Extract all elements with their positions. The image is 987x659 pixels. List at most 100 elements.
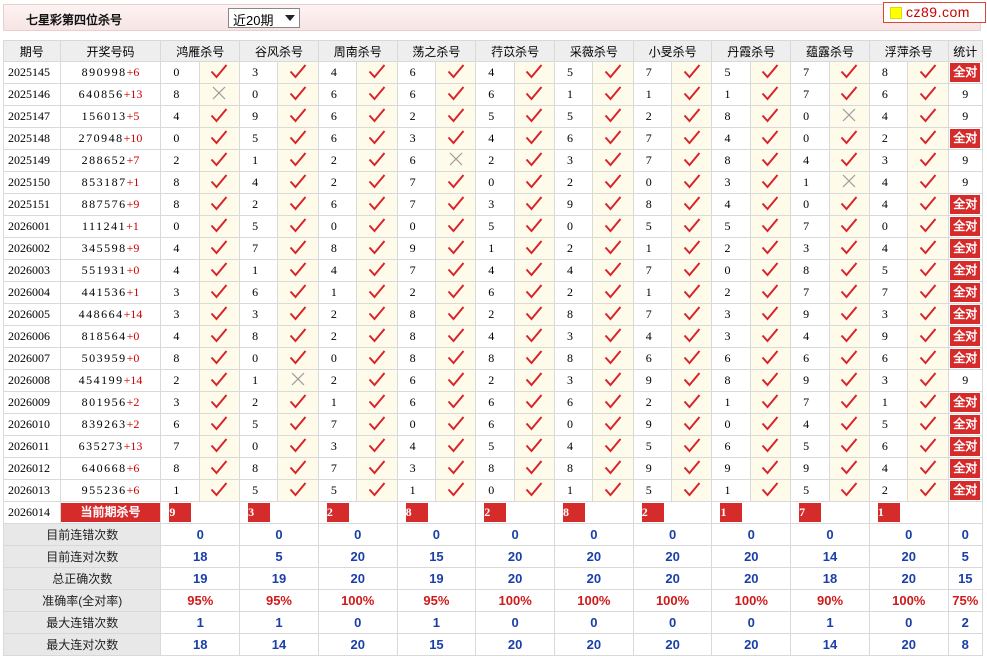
chevron-down-icon: [285, 15, 295, 21]
check-icon: [762, 261, 779, 277]
stat-cell: 全对: [947, 479, 984, 502]
check-icon: [211, 459, 228, 475]
kill-value-cell: 5: [239, 215, 279, 238]
kill-value-cell: 0: [239, 435, 279, 458]
result-mark-cell: [592, 237, 634, 260]
kill-value-cell: 5: [239, 127, 279, 150]
kill-value-cell: 1: [553, 479, 594, 502]
result-mark-cell: [513, 193, 556, 216]
draw-digits: 551931: [81, 263, 127, 277]
result-mark-cell: [356, 413, 398, 436]
kill-value-cell: 5: [790, 479, 830, 502]
result-mark-cell: [434, 127, 477, 150]
result-mark-cell: [198, 325, 241, 348]
kill-value-cell: 8: [475, 457, 515, 480]
check-icon: [368, 239, 386, 255]
result-mark-cell: [277, 325, 319, 348]
summary-value: 100%: [554, 589, 634, 612]
result-mark-cell: [907, 61, 949, 84]
result-mark-cell: [592, 435, 634, 458]
column-header-predictor[interactable]: 小旻杀号: [632, 40, 713, 62]
kill-value-cell: 1: [475, 237, 515, 260]
kill-value-cell: 4: [553, 435, 594, 458]
kill-value-cell: 4: [475, 325, 515, 348]
period-cell: 2026005: [3, 303, 61, 326]
summary-stat: 75%: [947, 589, 984, 612]
check-icon: [919, 85, 937, 101]
table-header-row: 期号 开奖号码 鸿雁杀号 谷风杀号 周南杀号 荡之杀号 荇苡杀号 采薇杀号 小旻杀号 丹霞杀号 蕴露…: [3, 40, 984, 62]
check-icon: [526, 107, 543, 123]
draw-digits: 448664: [78, 307, 124, 321]
result-mark-cell: [749, 61, 792, 84]
kill-value-cell: 8: [317, 237, 358, 260]
kill-value-cell: 8: [396, 347, 436, 370]
draw-sum-add: +6: [126, 483, 140, 497]
result-mark-cell: [198, 259, 241, 282]
column-header-predictor[interactable]: 谷风杀号: [239, 40, 319, 62]
kill-value-cell: 8: [239, 457, 279, 480]
check-icon: [762, 481, 779, 497]
check-icon: [919, 261, 937, 277]
check-icon: [526, 261, 543, 277]
result-mark-cell: [592, 61, 634, 84]
result-mark-cell: [434, 83, 477, 106]
kill-value-cell: 5: [790, 435, 830, 458]
result-mark-cell: [513, 457, 556, 480]
check-icon: [211, 371, 228, 387]
check-icon: [211, 239, 228, 255]
check-icon: [604, 437, 622, 453]
period-range-select[interactable]: 近20期: [228, 8, 300, 28]
kill-value-cell: 6: [317, 105, 358, 128]
kill-value-cell: 6: [790, 347, 830, 370]
result-mark-cell: [434, 435, 477, 458]
summary-value: 20: [711, 545, 792, 568]
result-mark-cell: [749, 237, 792, 260]
column-header-predictor[interactable]: 荡之杀号: [396, 40, 477, 62]
result-mark-cell: [513, 171, 556, 194]
summary-label: 目前连对次数: [2, 545, 162, 568]
stat-cell: 9: [947, 171, 984, 194]
check-icon: [840, 217, 858, 233]
kill-value-cell: 8: [790, 259, 830, 282]
kill-value-cell: 1: [317, 391, 358, 414]
kill-value-cell: 6: [396, 149, 436, 172]
column-header-predictor[interactable]: 浮萍杀号: [868, 40, 949, 62]
kill-value-cell: 2: [553, 171, 594, 194]
result-mark-cell: [828, 193, 870, 216]
result-mark-cell: [277, 281, 319, 304]
stat-cell: [947, 501, 984, 524]
result-mark-cell: [592, 457, 634, 480]
summary-value: 95%: [396, 589, 477, 612]
kill-value-cell: 4: [868, 171, 909, 194]
column-header-numbers: 开奖号码: [59, 40, 162, 62]
site-logo[interactable]: cz89.com: [883, 2, 986, 23]
column-header-predictor[interactable]: 采薇杀号: [554, 40, 634, 62]
result-mark-cell: [671, 303, 713, 326]
kill-value-cell: 0: [475, 479, 515, 502]
column-header-predictor[interactable]: 丹霞杀号: [711, 40, 792, 62]
result-mark-cell: [828, 435, 870, 458]
result-mark-cell: [671, 149, 713, 172]
cross-icon: [213, 86, 226, 99]
summary-value: 20: [868, 633, 949, 656]
result-mark-cell: [828, 303, 870, 326]
column-header-predictor[interactable]: 荇苡杀号: [475, 40, 555, 62]
result-mark-cell: [828, 347, 870, 370]
draw-sum-add: +9: [126, 197, 140, 211]
result-mark-cell: [907, 457, 949, 480]
result-mark-cell: [513, 237, 556, 260]
kill-value-cell: 8: [160, 457, 200, 480]
kill-value-cell: 1: [868, 391, 909, 414]
check-icon: [289, 437, 307, 453]
kill-value-cell: 8: [396, 325, 436, 348]
summary-label: 最大连错次数: [2, 611, 162, 634]
period-cell: 2026003: [3, 259, 61, 282]
draw-number-cell: 839263+2: [59, 413, 162, 436]
kill-value-cell: 5: [239, 413, 279, 436]
column-header-predictor[interactable]: 鸿雁杀号: [160, 40, 241, 62]
check-icon: [604, 481, 622, 497]
column-header-predictor[interactable]: 周南杀号: [317, 40, 398, 62]
period-cell: 2026004: [3, 281, 61, 304]
column-header-predictor[interactable]: 蕴露杀号: [790, 40, 870, 62]
result-mark-cell: [434, 171, 477, 194]
